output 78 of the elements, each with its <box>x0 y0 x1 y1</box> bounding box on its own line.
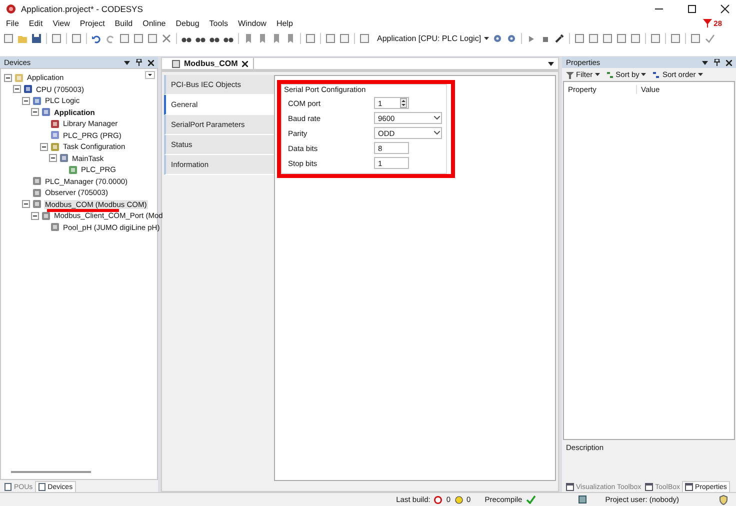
bookmark-icon[interactable] <box>285 32 296 44</box>
device-node-icon <box>14 72 24 83</box>
gear-icon[interactable] <box>506 32 518 44</box>
warning-icon <box>454 496 463 504</box>
menu-item[interactable]: Tools <box>209 19 228 28</box>
delete-icon[interactable] <box>161 32 172 44</box>
caret-icon[interactable] <box>124 60 130 64</box>
menu-item[interactable]: File <box>6 19 19 28</box>
scrollbar[interactable] <box>11 471 91 473</box>
menu-item[interactable]: Project <box>80 19 105 28</box>
maximize-icon[interactable] <box>687 4 697 14</box>
check-icon <box>526 495 536 504</box>
chevron-down-icon <box>434 116 440 120</box>
bookmark-icon[interactable] <box>271 32 282 44</box>
device-node-icon <box>50 130 60 140</box>
error-icon <box>434 496 442 504</box>
menu-item[interactable]: Help <box>276 19 293 28</box>
sort-icon <box>652 70 660 78</box>
device-node-icon <box>50 118 60 129</box>
close-icon[interactable] <box>720 4 730 14</box>
window-title: Application.project* - CODESYS <box>21 4 143 14</box>
menu-item[interactable]: Edit <box>28 19 43 28</box>
device-node-icon <box>32 176 42 186</box>
collapse-icon[interactable] <box>40 142 48 151</box>
device-node-icon <box>59 153 69 164</box>
device-node-icon <box>23 84 33 94</box>
editor-tab[interactable]: Modbus_COM <box>162 58 254 69</box>
app-logo-icon <box>6 4 16 14</box>
menu-item[interactable]: Window <box>238 19 266 28</box>
device-node-icon <box>32 188 42 198</box>
close-icon[interactable] <box>148 60 154 66</box>
tools-icon <box>645 483 654 491</box>
collapse-icon[interactable] <box>22 96 30 105</box>
caret-icon[interactable] <box>702 60 708 64</box>
caret-icon <box>641 73 646 76</box>
device-node-icon <box>50 142 60 152</box>
caret-icon[interactable] <box>145 71 155 79</box>
spinner-arrows-icon[interactable] <box>400 98 407 108</box>
menu-item[interactable]: Debug <box>176 19 200 28</box>
undo-icon[interactable] <box>91 32 102 44</box>
wrench-icon[interactable] <box>554 32 566 44</box>
active-application-selector[interactable]: Application [CPU: PLC Logic] <box>377 34 482 42</box>
menu-item[interactable]: Build <box>114 19 133 28</box>
filter-icon[interactable] <box>702 19 712 28</box>
chevron-down-icon <box>434 131 440 135</box>
collapse-icon[interactable] <box>31 108 39 116</box>
collapse-icon[interactable] <box>13 85 21 94</box>
pin-icon[interactable] <box>136 59 142 66</box>
caret-icon <box>698 73 703 76</box>
caret-icon <box>594 73 600 76</box>
pin-icon[interactable] <box>714 59 720 66</box>
document-icon <box>172 60 180 68</box>
collapse-icon[interactable] <box>49 154 57 162</box>
collapse-icon[interactable] <box>22 200 30 208</box>
device-node-icon <box>32 96 42 106</box>
filter-icon <box>566 70 574 78</box>
shield-icon[interactable] <box>719 494 728 504</box>
device-node-icon <box>50 222 60 232</box>
collapse-icon[interactable] <box>31 212 39 220</box>
check-icon[interactable] <box>704 32 716 44</box>
close-icon[interactable] <box>242 60 248 66</box>
close-icon[interactable] <box>726 60 732 66</box>
device-node-icon <box>41 107 51 118</box>
bookmark-icon[interactable] <box>257 32 268 44</box>
caret-icon[interactable] <box>548 62 554 66</box>
bookmark-icon[interactable] <box>243 32 254 44</box>
caret-icon[interactable] <box>484 36 490 40</box>
device-node-icon <box>68 164 78 175</box>
menu-item[interactable]: View <box>52 19 70 28</box>
collapse-icon[interactable] <box>4 74 12 82</box>
save-icon[interactable] <box>31 32 42 44</box>
menu-item[interactable]: Online <box>142 19 166 28</box>
devices-icon <box>38 483 46 491</box>
network-icon[interactable] <box>578 495 588 504</box>
gear-icon[interactable] <box>492 32 504 44</box>
device-node-icon <box>32 199 42 210</box>
device-node-icon <box>41 210 51 221</box>
sort-icon <box>606 70 614 78</box>
